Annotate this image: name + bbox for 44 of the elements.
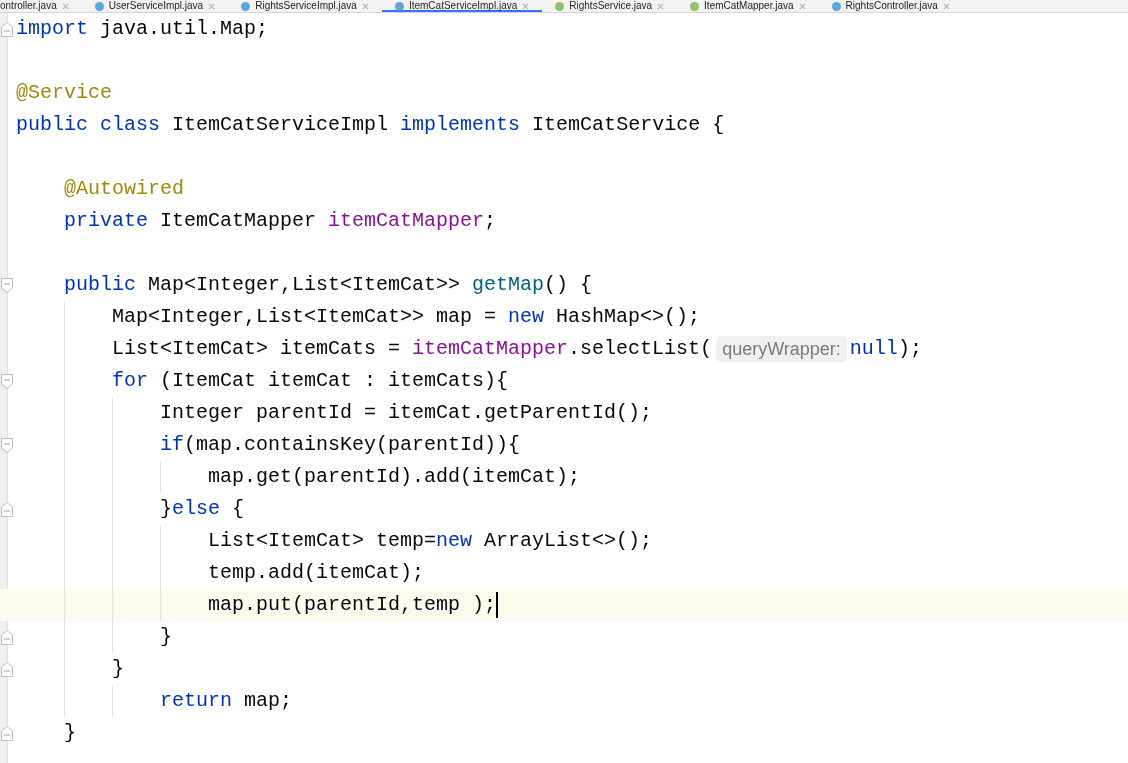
fold-marker-icon[interactable] (1, 437, 13, 453)
editor-tab[interactable]: ontroller.java (0, 0, 82, 12)
close-icon[interactable] (522, 2, 530, 10)
code-line: import java.util.Map; (16, 16, 269, 42)
close-icon[interactable] (361, 2, 369, 10)
code-line: } (64, 720, 76, 746)
code-line: map.put(parentId,temp ); (208, 592, 497, 618)
fold-marker-icon[interactable] (1, 373, 13, 389)
close-icon[interactable] (208, 2, 216, 10)
close-icon[interactable] (657, 2, 665, 10)
fold-marker-icon[interactable] (1, 661, 13, 677)
code-line: public class ItemCatServiceImpl implements ItemCatService { (16, 112, 725, 138)
fold-marker-icon[interactable] (1, 629, 13, 645)
code-line: Integer parentId = itemCat.getParentId(); (160, 400, 653, 426)
close-icon[interactable] (942, 2, 950, 10)
editor-tab[interactable]: ItemCatServiceImpl.java (381, 0, 543, 12)
editor-tab[interactable]: RightsController.java (818, 0, 963, 12)
code-line: } (160, 624, 172, 650)
fold-marker-icon[interactable] (1, 501, 13, 517)
code-line: }else { (160, 496, 245, 522)
code-line: if(map.containsKey(parentId)){ (160, 432, 521, 458)
code-line: for (ItemCat itemCat : itemCats){ (112, 368, 509, 394)
close-icon[interactable] (798, 2, 806, 10)
code-line: Map<Integer,List<ItemCat>> map = new HashMap<>(); (112, 304, 701, 330)
code-line: temp.add(itemCat); (208, 560, 425, 586)
code-text: List<ItemCat> itemCats = itemCatMapper.selectList( (112, 336, 713, 362)
parameter-hint: queryWrapper: (716, 336, 847, 362)
code-line: } (112, 656, 124, 682)
fold-marker-icon[interactable] (1, 21, 13, 37)
code-line: @Autowired (64, 176, 185, 202)
close-icon[interactable] (61, 2, 69, 10)
editor-tab[interactable]: UserServiceImpl.java (81, 0, 229, 12)
code-text: null); (849, 336, 922, 362)
fold-marker-icon[interactable] (1, 725, 13, 741)
code-line: map.get(parentId).add(itemCat); (208, 464, 581, 490)
editor-tab[interactable]: ItemCatMapper.java (677, 0, 819, 12)
code-line: public Map<Integer,List<ItemCat>> getMap() { (64, 272, 593, 298)
code-line: return map; (160, 688, 293, 714)
editor-tab[interactable]: RightsService.java (542, 0, 678, 12)
editor-tab[interactable]: RightsServiceImpl.java (228, 0, 382, 12)
code-line: List<ItemCat> temp=new ArrayList<>(); (208, 528, 653, 554)
fold-marker-icon[interactable] (1, 277, 13, 293)
code-line: private ItemCatMapper itemCatMapper; (64, 208, 497, 234)
code-line: @Service (16, 80, 112, 106)
